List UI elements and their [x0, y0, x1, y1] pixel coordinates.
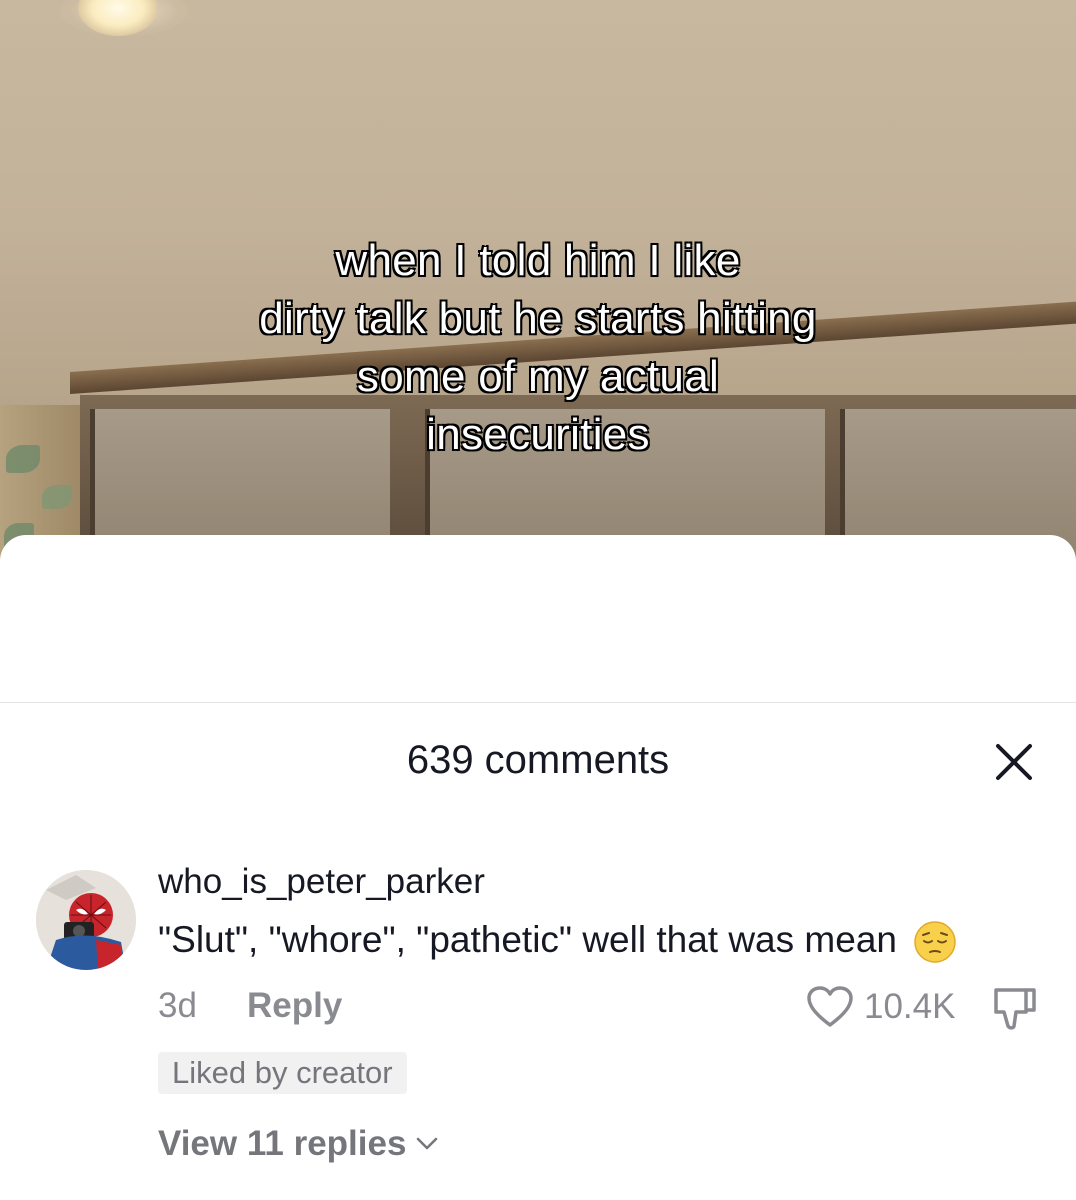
like-count: 10.4K — [864, 987, 956, 1026]
comment-body: "Slut", "whore", "pathetic" well that wa… — [158, 919, 957, 964]
liked-by-creator-badge: Liked by creator — [158, 1052, 407, 1094]
close-icon — [996, 744, 1032, 780]
header-divider — [0, 702, 1076, 703]
video-caption: when I told him I like dirty talk but he… — [0, 232, 1076, 464]
comment-username[interactable]: who_is_peter_parker — [158, 862, 485, 902]
reply-button[interactable]: Reply — [247, 986, 342, 1026]
caption-line: some of my actual — [356, 351, 720, 402]
dislike-button[interactable] — [990, 984, 1040, 1032]
caption-line: insecurities — [425, 409, 650, 460]
comment-timestamp: 3d — [158, 986, 197, 1025]
chevron-down-icon — [417, 1137, 438, 1150]
avatar[interactable] — [36, 870, 136, 970]
like-button[interactable]: 10.4K — [806, 982, 955, 1032]
heart-icon — [807, 986, 853, 1027]
video-background: when I told him I like dirty talk but he… — [0, 0, 1076, 560]
pensive-face-emoji-icon — [914, 921, 957, 963]
close-button[interactable] — [992, 740, 1036, 784]
spiderman-avatar-icon — [36, 870, 136, 970]
caption-line: when I told him I like — [334, 235, 741, 286]
comments-count-title: 639 comments — [406, 738, 670, 782]
view-replies-button[interactable]: View 11 replies — [158, 1124, 438, 1164]
comment-text: "Slut", "whore", "pathetic" well that wa… — [158, 919, 897, 960]
caption-line: dirty talk but he starts hitting — [258, 293, 817, 344]
view-replies-label: View 11 replies — [158, 1124, 407, 1163]
thumbs-down-icon — [994, 988, 1036, 1030]
